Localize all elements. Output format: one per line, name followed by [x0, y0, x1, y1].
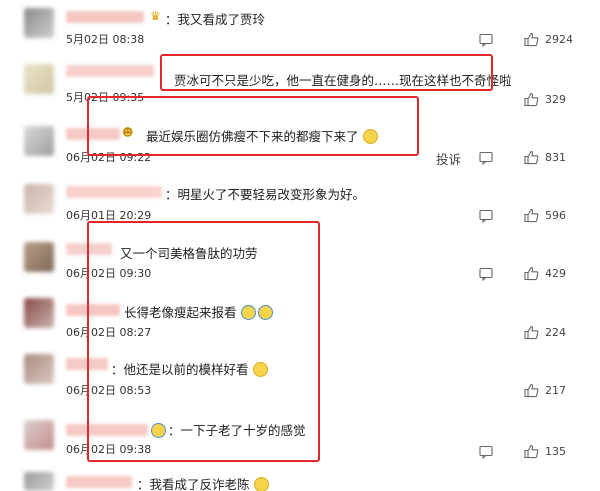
comment-icon[interactable] [479, 33, 493, 47]
comment-time: 5月02日 08:38 [66, 33, 145, 46]
like-count: 329 [545, 93, 566, 106]
like-count: 2924 [545, 33, 573, 46]
thumbs-up-icon[interactable] [524, 32, 539, 47]
thumbs-up-icon[interactable] [524, 325, 539, 340]
comment-icon[interactable] [479, 267, 493, 281]
comment-icon[interactable] [479, 209, 493, 223]
like-count: 224 [545, 326, 566, 339]
crown-icon: ♛ [150, 9, 161, 23]
comment-text: ：我看成了反诈老陈 [137, 474, 269, 491]
username-blurred[interactable] [66, 11, 144, 23]
thumbs-up-icon[interactable] [524, 444, 539, 459]
avatar[interactable] [24, 472, 54, 491]
avatar[interactable] [24, 420, 54, 450]
comment-text: ：明星火了不要轻易改变形象为好。 [165, 187, 366, 202]
comment-text: ：我又看成了贾玲 [165, 12, 266, 27]
comment-icon[interactable] [479, 445, 493, 459]
avatar[interactable] [24, 354, 54, 384]
avatar[interactable] [24, 242, 54, 272]
thumbs-up-icon[interactable] [524, 266, 539, 281]
highlight-box [160, 54, 493, 91]
avatar[interactable] [24, 184, 54, 214]
avatar[interactable] [24, 64, 54, 94]
thumbs-up-icon[interactable] [524, 150, 539, 165]
like-count: 135 [545, 445, 566, 458]
avatar[interactable] [24, 126, 54, 156]
avatar[interactable] [24, 8, 54, 38]
thumbs-up-icon[interactable] [524, 208, 539, 223]
username-blurred[interactable] [66, 186, 162, 198]
avatar[interactable] [24, 298, 54, 328]
highlight-box [87, 96, 419, 156]
comment-icon[interactable] [479, 151, 493, 165]
comment-row: ♛ ：我又看成了贾玲 5月02日 08:38 2924 [0, 0, 600, 50]
username-blurred[interactable] [66, 476, 132, 488]
thumbs-up-icon[interactable] [524, 383, 539, 398]
thumbs-up-icon[interactable] [524, 92, 539, 107]
like-count: 217 [545, 384, 566, 397]
highlight-box [87, 221, 320, 462]
report-link[interactable]: 投诉 [436, 149, 461, 168]
like-count: 596 [545, 209, 566, 222]
emoji-icon [253, 477, 269, 491]
like-count: 429 [545, 267, 566, 280]
like-count: 831 [545, 151, 566, 164]
username-blurred[interactable] [66, 65, 154, 77]
comment-row: ：我看成了反诈老陈 [0, 468, 600, 491]
